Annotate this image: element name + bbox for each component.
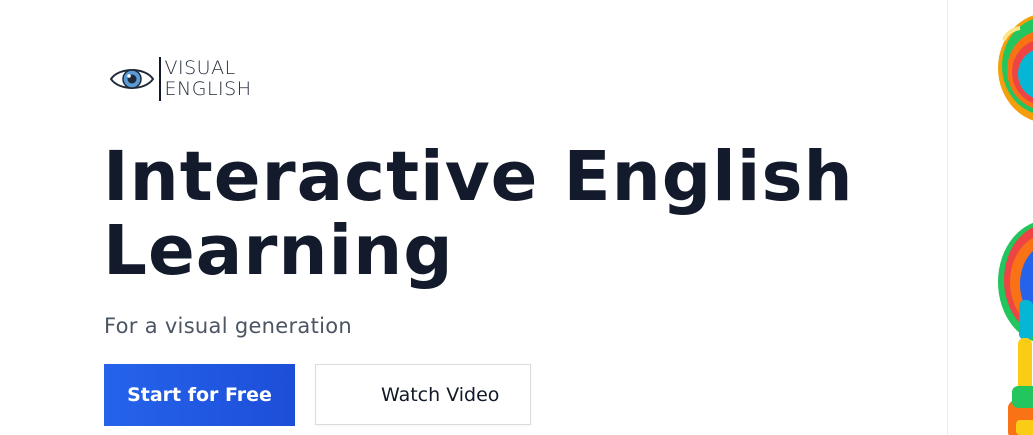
page-title: Interactive English Learning	[103, 140, 854, 288]
clay-blob-bottom	[1008, 386, 1033, 435]
start-for-free-button[interactable]: Start for Free	[104, 364, 295, 426]
logo-divider	[159, 57, 161, 101]
title-line-2: Learning	[103, 211, 454, 291]
watch-video-button[interactable]: Watch Video	[315, 364, 531, 425]
logo-line-1: VISUAL	[164, 57, 236, 79]
clay-blob-top	[998, 15, 1033, 121]
eye-icon	[109, 69, 155, 89]
logo[interactable]: VISUAL ENGLISH	[109, 56, 251, 102]
logo-wordmark: VISUAL ENGLISH	[165, 58, 252, 100]
logo-line-2: ENGLISH	[164, 78, 252, 100]
hero-section: VISUAL ENGLISH Interactive English Learn…	[0, 0, 948, 435]
clay-blob-middle	[998, 222, 1033, 393]
decorative-art	[948, 0, 1033, 435]
page-subtitle: For a visual generation	[104, 314, 353, 338]
clay-shapes-illustration	[998, 15, 1033, 435]
landing-page: VISUAL ENGLISH Interactive English Learn…	[0, 0, 1033, 435]
title-line-1: Interactive English	[103, 137, 854, 217]
